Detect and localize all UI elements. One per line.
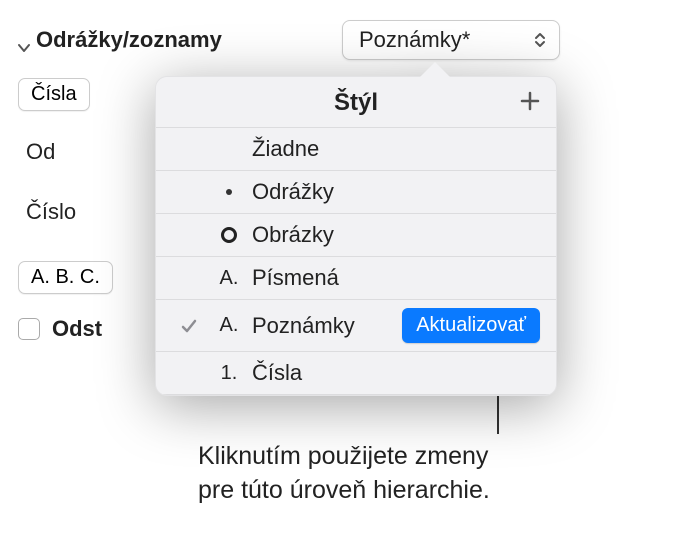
- style-item-label: Žiadne: [252, 136, 540, 162]
- callout-text: Kliknutím použijete zmeny pre túto úrove…: [198, 440, 658, 508]
- odst-checkbox[interactable]: [18, 318, 40, 340]
- style-item-label: Písmená: [252, 265, 540, 291]
- style-list: Žiadne Odrážky Obrázky A. Písmená: [156, 127, 556, 395]
- style-popover: Štýl Žiadne Odrážky Obrázky: [155, 76, 557, 396]
- image-bullet-icon: [206, 227, 252, 243]
- popover-title: Štýl: [334, 89, 378, 117]
- numbers-dropdown[interactable]: Čísla: [18, 78, 90, 111]
- list-style-dropdown[interactable]: Poznámky*: [342, 20, 560, 60]
- style-item-letters[interactable]: A. Písmená: [156, 256, 556, 299]
- section-header: Odrážky/zoznamy Poznámky*: [18, 12, 560, 68]
- update-style-button[interactable]: Aktualizovať: [402, 308, 540, 343]
- checkmark-icon: [172, 317, 206, 335]
- section-title: Odrážky/zoznamy: [36, 27, 222, 53]
- prefix-letters: A.: [206, 267, 252, 290]
- style-item-numbers[interactable]: 1. Čísla: [156, 351, 556, 395]
- popover-header: Štýl: [156, 77, 556, 127]
- callout-line2: pre túto úroveň hierarchie.: [198, 476, 490, 504]
- number-format-dropdown[interactable]: A. B. C.: [18, 261, 113, 294]
- style-item-none[interactable]: Žiadne: [156, 127, 556, 170]
- style-item-label: Obrázky: [252, 222, 540, 248]
- chevron-down-icon: [18, 34, 30, 46]
- style-item-notes[interactable]: A. Poznámky Aktualizovať: [156, 299, 556, 351]
- section-toggle[interactable]: Odrážky/zoznamy: [18, 27, 222, 53]
- style-item-label: Poznámky: [252, 313, 402, 339]
- style-item-label: Odrážky: [252, 179, 540, 205]
- prefix-notes: A.: [206, 314, 252, 337]
- list-style-value: Poznámky*: [359, 27, 470, 53]
- number-format-value: A. B. C.: [31, 266, 100, 289]
- popover-arrow: [419, 62, 451, 78]
- callout-line1: Kliknutím použijete zmeny: [198, 442, 488, 470]
- style-item-images[interactable]: Obrázky: [156, 213, 556, 256]
- odst-label: Odst: [52, 312, 102, 346]
- numbers-label: Čísla: [31, 83, 77, 106]
- updown-icon: [531, 31, 549, 49]
- prefix-numbers: 1.: [206, 362, 252, 385]
- style-item-bullets[interactable]: Odrážky: [156, 170, 556, 213]
- bullet-icon: [206, 189, 252, 195]
- add-style-button[interactable]: [516, 87, 544, 115]
- style-item-label: Čísla: [252, 360, 540, 386]
